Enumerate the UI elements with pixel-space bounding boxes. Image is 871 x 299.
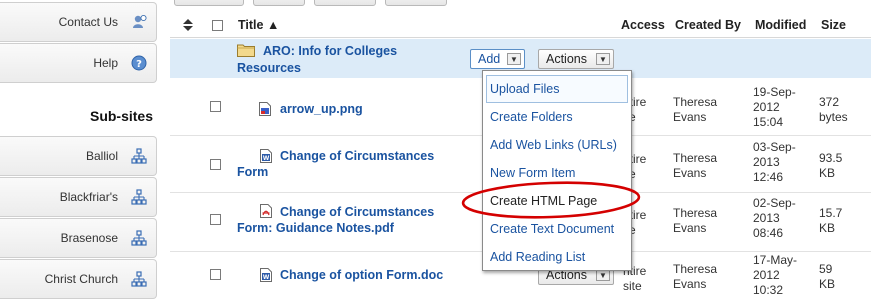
- svg-text:W: W: [263, 274, 270, 281]
- actions-dropdown-button[interactable]: Actions ▼: [538, 49, 614, 69]
- row-checkbox[interactable]: [210, 214, 221, 225]
- modified-cell-time: 12:46: [753, 170, 784, 184]
- sidebar-item-blackfriars[interactable]: Blackfriar's: [0, 177, 157, 217]
- column-modified-header[interactable]: Modified: [755, 18, 806, 32]
- column-size-header[interactable]: Size: [821, 18, 846, 32]
- chevron-down-icon: ▼: [507, 53, 521, 65]
- add-dropdown-button[interactable]: Add ▼: [470, 49, 525, 69]
- size-cell: 93.5: [819, 151, 843, 165]
- subsites-heading: Sub-sites: [89, 108, 153, 124]
- modified-cell-year: 2013: [753, 155, 780, 169]
- pdf-file-icon: [260, 204, 272, 218]
- word-file-icon: W: [260, 149, 272, 163]
- created-by-cell-cont: Evans: [673, 110, 707, 124]
- file-title-link[interactable]: arrow_up.png: [280, 102, 363, 117]
- sidebar-item-label: Contact Us: [58, 15, 118, 29]
- sidebar-item-label: Blackfriar's: [59, 190, 118, 204]
- add-button-label: Add: [478, 52, 501, 66]
- file-title-link[interactable]: Change of Circumstances: [280, 149, 434, 164]
- modified-cell-time: 15:04: [753, 115, 784, 129]
- modified-cell: 17-May-: [753, 253, 798, 267]
- sidebar-item-help[interactable]: Help ?: [0, 43, 157, 83]
- created-by-cell-cont: Evans: [673, 221, 707, 235]
- file-title-link[interactable]: Change of option Form.doc: [280, 268, 443, 283]
- created-by-cell-cont: Evans: [673, 277, 707, 291]
- access-cell-cont: site: [623, 279, 642, 293]
- svg-text:?: ?: [136, 59, 142, 70]
- modified-cell-time: 10:32: [753, 283, 784, 297]
- sidebar-item-label: Help: [93, 56, 118, 70]
- size-cell-unit: bytes: [819, 110, 848, 124]
- sitemap-icon: [131, 230, 147, 246]
- svg-text:W: W: [263, 155, 270, 162]
- size-cell-unit: KB: [819, 277, 836, 291]
- menu-item-add-web-links[interactable]: Add Web Links (URLs): [483, 131, 631, 159]
- row-checkbox[interactable]: [210, 269, 221, 280]
- sidebar-item-balliol[interactable]: Balliol: [0, 136, 157, 176]
- modified-cell-year: 2012: [753, 100, 780, 114]
- folder-title-link[interactable]: ARO: Info for Colleges: [263, 44, 397, 59]
- select-all-checkbox[interactable]: [212, 20, 223, 31]
- sidebar-item-label: Balliol: [85, 149, 118, 163]
- size-cell-unit: KB: [819, 221, 836, 235]
- sitemap-icon: [131, 189, 147, 205]
- column-title-header[interactable]: Title ▲: [238, 18, 279, 32]
- modified-cell-year: 2013: [753, 211, 780, 225]
- file-title-link-cont[interactable]: Form: Guidance Notes.pdf: [237, 221, 394, 236]
- size-cell-unit: KB: [819, 166, 836, 180]
- sort-arrows-icon[interactable]: [183, 19, 193, 31]
- modified-cell: 02-Sep-: [753, 196, 796, 210]
- word-file-icon: W: [260, 268, 272, 282]
- column-access-header[interactable]: Access: [621, 18, 665, 32]
- size-cell: 59: [819, 262, 833, 276]
- size-cell: 372: [819, 95, 840, 109]
- column-created-by-header[interactable]: Created By: [675, 18, 741, 32]
- modified-cell: 03-Sep-: [753, 140, 796, 154]
- sidebar: Contact Us Help ? Sub-sites Balliol Blac…: [0, 0, 157, 299]
- created-by-cell: Theresa: [673, 151, 718, 165]
- created-by-cell-cont: Evans: [673, 166, 707, 180]
- menu-item-add-reading-list[interactable]: Add Reading List: [483, 243, 631, 271]
- resources-table: Title ▲ Access Created By Modified Size …: [170, 0, 871, 299]
- chevron-down-icon: ▼: [596, 53, 610, 65]
- menu-item-create-folders[interactable]: Create Folders: [483, 103, 631, 131]
- png-file-icon: [259, 102, 271, 116]
- size-cell: 15.7: [819, 206, 843, 220]
- table-header: Title ▲ Access Created By Modified Size: [170, 10, 871, 38]
- modified-cell-time: 08:46: [753, 226, 784, 240]
- file-title-link[interactable]: Change of Circumstances: [280, 205, 434, 220]
- sidebar-item-label: Christ Church: [44, 272, 118, 286]
- sidebar-item-brasenose[interactable]: Brasenose: [0, 218, 157, 258]
- row-checkbox[interactable]: [210, 159, 221, 170]
- sidebar-item-contact-us[interactable]: Contact Us: [0, 2, 157, 42]
- modified-cell-year: 2012: [753, 268, 780, 282]
- annotation-ellipse: [461, 181, 641, 219]
- menu-item-upload-files[interactable]: Upload Files: [486, 75, 628, 103]
- folder-icon: [237, 44, 255, 57]
- created-by-cell: Theresa: [673, 95, 718, 109]
- file-title-link-cont[interactable]: Form: [237, 165, 268, 180]
- row-checkbox[interactable]: [210, 101, 221, 112]
- actions-button-label: Actions: [546, 52, 587, 66]
- folder-title-link-cont[interactable]: Resources: [237, 61, 301, 76]
- modified-cell: 19-Sep-: [753, 85, 796, 99]
- contact-icon: [133, 14, 147, 28]
- created-by-cell: Theresa: [673, 262, 718, 276]
- sitemap-icon: [131, 148, 147, 164]
- sidebar-item-label: Brasenose: [60, 231, 118, 245]
- created-by-cell: Theresa: [673, 206, 718, 220]
- sidebar-item-christ-church[interactable]: Christ Church: [0, 259, 157, 299]
- add-dropdown-menu: Upload Files Create Folders Add Web Link…: [482, 70, 632, 271]
- sitemap-icon: [131, 271, 147, 287]
- help-icon: ?: [131, 55, 147, 71]
